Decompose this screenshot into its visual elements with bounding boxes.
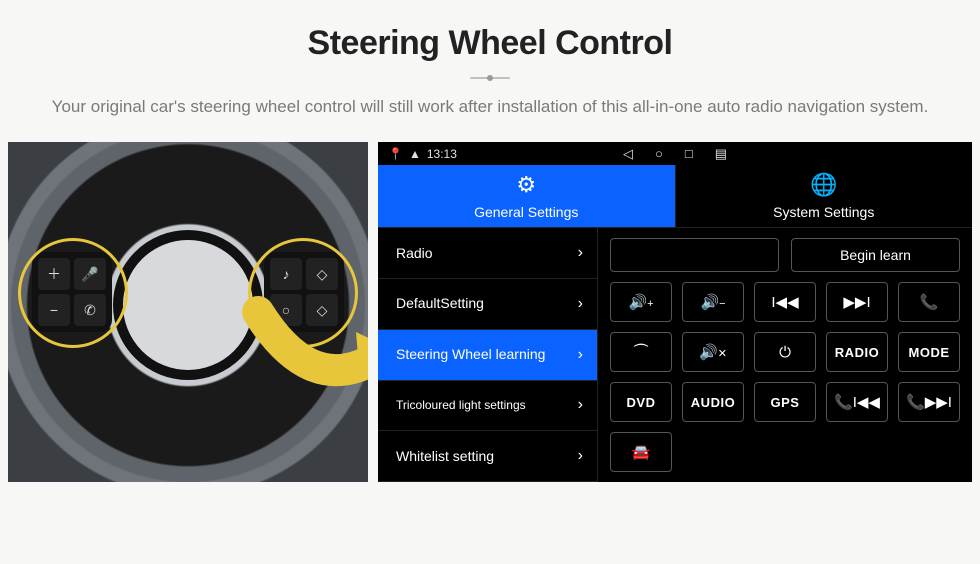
globe-icon: 🌐: [810, 172, 837, 198]
gear-icon: ⚙: [516, 172, 536, 198]
status-time: 13:13: [427, 147, 457, 161]
menu-item-tricoloured-light[interactable]: Tricoloured light settings ›: [378, 381, 597, 432]
mute-icon: 🔊✕: [699, 343, 727, 361]
power-icon: ⏻: [779, 344, 791, 361]
prev-track-icon: I◀◀: [771, 293, 798, 311]
divider: [470, 77, 510, 79]
menu-label: Whitelist setting: [396, 448, 494, 465]
volume-up-icon: 🔊+: [628, 293, 653, 311]
swc-call-button[interactable]: 📞: [898, 282, 960, 322]
swc-next-track-button[interactable]: ▶▶I: [826, 282, 888, 322]
pointer-arrow: [248, 302, 368, 392]
menu-label: Radio: [396, 245, 433, 262]
radio-label: RADIO: [835, 345, 879, 360]
mode-label: MODE: [909, 345, 950, 360]
chevron-right-icon: ›: [578, 346, 583, 364]
hangup-icon: ⏜: [634, 344, 648, 361]
page-title: Steering Wheel Control: [50, 24, 930, 63]
highlight-circle-left: [18, 238, 128, 348]
wifi-icon: ▲: [409, 147, 421, 161]
menu-item-steering-wheel-learning[interactable]: Steering Wheel learning ›: [378, 330, 597, 381]
swc-audio-button[interactable]: AUDIO: [682, 382, 744, 422]
phone-next-icon: 📞▶▶I: [906, 393, 952, 411]
menu-item-whitelist[interactable]: Whitelist setting ›: [378, 431, 597, 482]
gps-label: GPS: [771, 395, 800, 410]
swc-volume-down-button[interactable]: 🔊−: [682, 282, 744, 322]
car-icon: 🚘: [632, 443, 651, 461]
android-status-bar: ◁ ○ □ ▤ 📍 ▲ 13:13: [378, 142, 972, 165]
current-button-slot: [610, 238, 779, 272]
begin-learn-button[interactable]: Begin learn: [791, 238, 960, 272]
nav-recent-icon[interactable]: □: [685, 146, 693, 162]
head-unit-screen: ◁ ○ □ ▤ 📍 ▲ 13:13 ⚙ General Settings 🌐 S…: [378, 142, 972, 482]
next-track-icon: ▶▶I: [843, 293, 870, 311]
gps-icon: 📍: [388, 147, 403, 161]
chevron-right-icon: ›: [578, 447, 583, 465]
tab-system-settings[interactable]: 🌐 System Settings: [675, 165, 973, 227]
swc-volume-up-button[interactable]: 🔊+: [610, 282, 672, 322]
swc-gps-button[interactable]: GPS: [754, 382, 816, 422]
chevron-right-icon: ›: [578, 295, 583, 313]
chevron-right-icon: ›: [578, 244, 583, 262]
menu-item-default[interactable]: DefaultSetting ›: [378, 279, 597, 330]
menu-item-radio[interactable]: Radio ›: [378, 228, 597, 279]
chevron-right-icon: ›: [578, 396, 583, 414]
nav-back-icon[interactable]: ◁: [623, 146, 633, 162]
tab-general-settings[interactable]: ⚙ General Settings: [378, 165, 675, 227]
swc-power-button[interactable]: ⏻: [754, 332, 816, 372]
swc-prev-track-button[interactable]: I◀◀: [754, 282, 816, 322]
phone-prev-icon: 📞I◀◀: [834, 393, 880, 411]
dvd-label: DVD: [627, 395, 656, 410]
swc-call-prev-button[interactable]: 📞I◀◀: [826, 382, 888, 422]
page-subtitle: Your original car's steering wheel contr…: [50, 93, 930, 120]
phone-icon: 📞: [920, 293, 939, 311]
swc-car-button[interactable]: 🚘: [610, 432, 672, 472]
swc-mode-button[interactable]: MODE: [898, 332, 960, 372]
nav-home-icon[interactable]: ○: [655, 146, 663, 162]
menu-label: DefaultSetting: [396, 295, 484, 312]
menu-label: Steering Wheel learning: [396, 346, 545, 363]
swc-mute-button[interactable]: 🔊✕: [682, 332, 744, 372]
swc-call-next-button[interactable]: 📞▶▶I: [898, 382, 960, 422]
menu-label: Tricoloured light settings: [396, 398, 526, 412]
volume-down-icon: 🔊−: [700, 293, 725, 311]
sd-card-icon: ▤: [715, 146, 727, 162]
tab-label: General Settings: [474, 204, 578, 220]
audio-label: AUDIO: [691, 395, 735, 410]
steering-wheel-photo: ＋🎤−✆ ♪◇○◇: [8, 142, 368, 482]
swc-hangup-button[interactable]: ⏜: [610, 332, 672, 372]
swc-dvd-button[interactable]: DVD: [610, 382, 672, 422]
tab-label: System Settings: [773, 204, 874, 220]
swc-radio-button[interactable]: RADIO: [826, 332, 888, 372]
settings-menu: Radio › DefaultSetting › Steering Wheel …: [378, 228, 598, 482]
swc-panel: Begin learn 🔊+ 🔊− I◀◀ ▶▶I 📞 ⏜ 🔊✕ ⏻ RADIO…: [598, 228, 972, 482]
